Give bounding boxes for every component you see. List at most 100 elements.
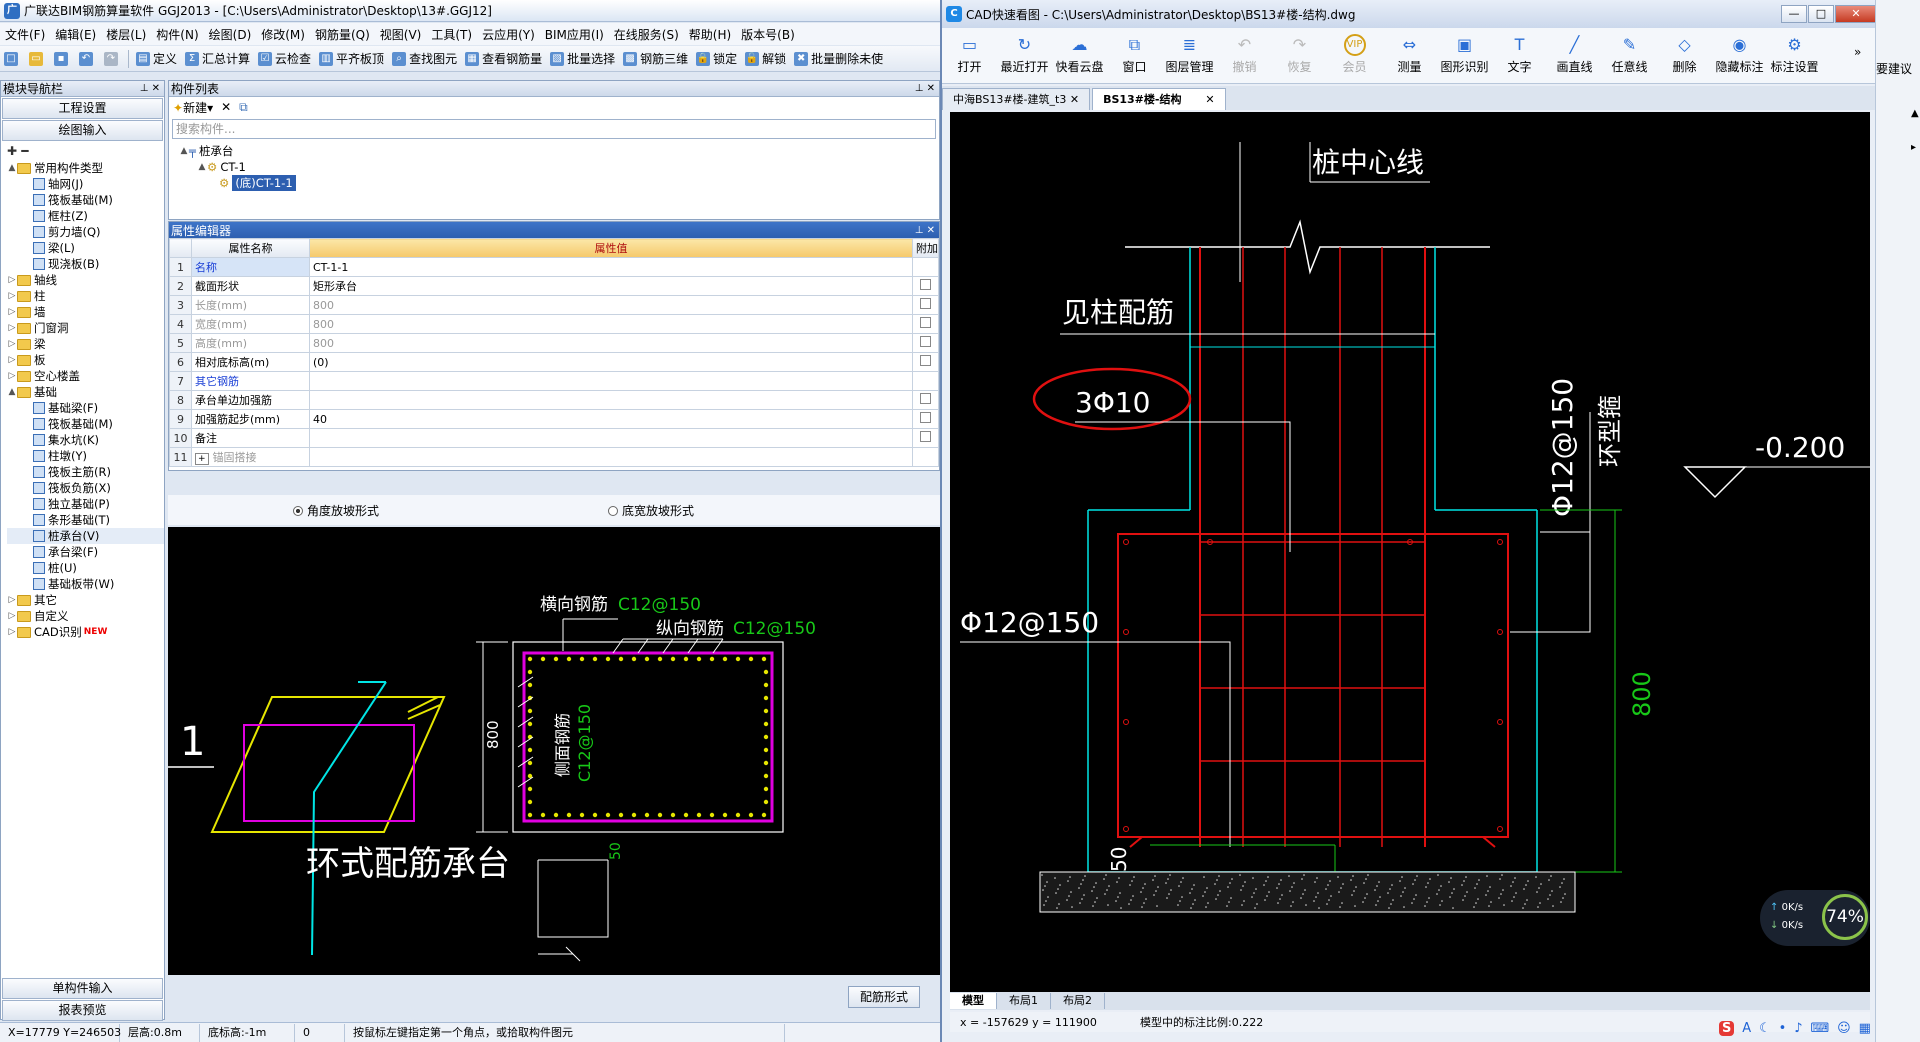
property-value[interactable]: 矩形承台 bbox=[309, 276, 913, 296]
nav-tree-item[interactable]: 轴网(J) bbox=[7, 176, 164, 192]
property-value[interactable] bbox=[309, 390, 913, 410]
toolbar-button[interactable]: ▦ 查看钢筋量 bbox=[461, 48, 546, 70]
expand-icon[interactable]: ▷ bbox=[7, 624, 17, 640]
ime-keyboard-icon[interactable]: ⌨ bbox=[1810, 1021, 1829, 1036]
menu-item[interactable]: 编辑(E) bbox=[50, 26, 101, 43]
cad-tool-button[interactable]: ✎ 任意线 bbox=[1602, 28, 1657, 75]
expand-icon[interactable]: ▷ bbox=[7, 352, 17, 368]
property-value[interactable] bbox=[309, 447, 913, 467]
ime-mic-icon[interactable]: ♪ bbox=[1794, 1021, 1802, 1036]
pin-icon[interactable]: ⊥ ✕ bbox=[140, 83, 164, 94]
minimize-button[interactable]: — bbox=[1781, 5, 1807, 23]
ime-dot-icon[interactable]: • bbox=[1779, 1021, 1787, 1036]
nav-tree-item[interactable]: 筏板主筋(R) bbox=[7, 464, 164, 480]
nav-tree-item[interactable]: 集水坑(K) bbox=[7, 432, 164, 448]
ime-user-icon[interactable]: ☺ bbox=[1837, 1021, 1851, 1036]
extra-checkbox[interactable] bbox=[920, 279, 931, 290]
expand-icon[interactable]: ▷ bbox=[7, 368, 17, 384]
menu-item[interactable]: 视图(V) bbox=[375, 26, 427, 43]
toolbar-button[interactable]: ▥ 平齐板顶 bbox=[315, 48, 388, 70]
property-value[interactable] bbox=[309, 371, 913, 391]
extra-checkbox[interactable] bbox=[920, 317, 931, 328]
component-search-input[interactable]: 搜索构件... bbox=[172, 119, 936, 139]
nav-tree-item[interactable]: ▷ 其它 bbox=[7, 592, 164, 608]
cad-tool-button[interactable]: ≣ 图层管理 bbox=[1162, 28, 1217, 75]
close-tab-icon[interactable]: ✕ bbox=[1205, 93, 1214, 106]
property-value[interactable]: 800 bbox=[309, 333, 913, 353]
cad-tool-button[interactable]: ⇔ 测量 bbox=[1382, 28, 1437, 75]
expand-icon[interactable]: ▲ bbox=[7, 160, 17, 176]
ime-grid-icon[interactable]: ▦ bbox=[1859, 1021, 1871, 1036]
nav-tree-item[interactable]: ▲ 基础 bbox=[7, 384, 164, 400]
component-tree-root[interactable]: ▲ ╤ 桩承台 bbox=[179, 143, 939, 159]
property-value[interactable]: 800 bbox=[309, 295, 913, 315]
nav-tree-item[interactable]: 筏板基础(M) bbox=[7, 416, 164, 432]
memory-usage-gauge[interactable]: 74% bbox=[1822, 894, 1868, 940]
nav-tree-item[interactable]: 剪力墙(Q) bbox=[7, 224, 164, 240]
cad-drawing-canvas[interactable]: 桩中心线 见柱配筋 3Φ10 Φ12@150 环型箍 -0.200 Φ12@15… bbox=[950, 112, 1870, 992]
toolbar-button[interactable]: 🔓 解锁 bbox=[741, 48, 790, 70]
redo-button[interactable]: ↷ bbox=[100, 48, 125, 70]
extra-checkbox[interactable] bbox=[920, 431, 931, 442]
menu-item[interactable]: BIM应用(I) bbox=[540, 26, 609, 43]
cad-tool-button[interactable]: ◇ 删除 bbox=[1657, 28, 1712, 75]
nav-tree-item[interactable]: ▷ 门窗洞 bbox=[7, 320, 164, 336]
menu-item[interactable]: 云应用(Y) bbox=[477, 26, 540, 43]
property-row[interactable]: 6 相对底标高(m) (0) bbox=[169, 352, 939, 372]
toolbar-button[interactable]: ▤ 定义 bbox=[132, 48, 181, 70]
toolbar-button[interactable]: ✖ 批量删除未使 bbox=[790, 48, 887, 70]
cad-tool-button[interactable]: VIP 会员 bbox=[1327, 28, 1382, 75]
nav-tree-item[interactable]: 筏板负筋(X) bbox=[7, 480, 164, 496]
property-value[interactable] bbox=[309, 428, 913, 448]
nav-tree-item[interactable]: 梁(L) bbox=[7, 240, 164, 256]
nav-tree-item[interactable]: ▷ 梁 bbox=[7, 336, 164, 352]
extra-checkbox[interactable] bbox=[920, 355, 931, 366]
layout-tab[interactable]: 模型 bbox=[950, 993, 997, 1009]
nav-tree-item[interactable]: 条形基础(T) bbox=[7, 512, 164, 528]
property-row[interactable]: 3 长度(mm) 800 bbox=[169, 295, 939, 315]
nav-tree-item[interactable]: ▷ 柱 bbox=[7, 288, 164, 304]
maximize-button[interactable]: □ bbox=[1808, 5, 1834, 23]
extra-checkbox[interactable] bbox=[920, 412, 931, 423]
property-value[interactable]: CT-1-1 bbox=[309, 257, 913, 277]
menu-item[interactable]: 版本号(B) bbox=[736, 26, 800, 43]
cad-tool-button[interactable]: ▭ 打开 bbox=[942, 28, 997, 75]
menu-item[interactable]: 帮助(H) bbox=[684, 26, 736, 43]
property-row[interactable]: 11 + 锚固搭接 bbox=[169, 447, 939, 467]
extra-checkbox[interactable] bbox=[920, 393, 931, 404]
close-button[interactable]: ✕ bbox=[1835, 5, 1877, 23]
nav-tree-item[interactable]: ▲ 常用构件类型 bbox=[7, 160, 164, 176]
cad-tool-button[interactable]: ☁ 快看云盘 bbox=[1052, 28, 1107, 75]
cad-tool-button[interactable]: ╱ 画直线 bbox=[1547, 28, 1602, 75]
nav-tree-item[interactable]: 筏板基础(M) bbox=[7, 192, 164, 208]
property-row[interactable]: 8 承台单边加强筋 bbox=[169, 390, 939, 410]
tab-architecture-file[interactable]: 中海BS13#楼-建筑_t3 ✕ bbox=[942, 88, 1091, 110]
scroll-up-icon[interactable]: ▲ bbox=[1911, 108, 1919, 119]
ime-moon-icon[interactable]: ☾ bbox=[1759, 1021, 1771, 1036]
toolbar-button[interactable]: ⌕ 查找图元 bbox=[388, 48, 461, 70]
component-tree-group[interactable]: ▲ ⚙ CT-1 bbox=[179, 159, 939, 175]
property-row[interactable]: 9 加强筋起步(mm) 40 bbox=[169, 409, 939, 429]
copy-icon[interactable]: ⧉ bbox=[239, 100, 248, 115]
nav-tree-item[interactable]: ▷ 空心楼盖 bbox=[7, 368, 164, 384]
open-button[interactable]: ▭ bbox=[25, 48, 50, 70]
cad-tool-button[interactable]: ◉ 隐藏标注 bbox=[1712, 28, 1767, 75]
nav-tree-item[interactable]: 现浇板(B) bbox=[7, 256, 164, 272]
toolbar-button[interactable]: ☑ 云检查 bbox=[254, 48, 315, 70]
nav-tree-item[interactable]: ▷ 板 bbox=[7, 352, 164, 368]
expand-icon[interactable]: ▷ bbox=[7, 272, 17, 288]
menu-item[interactable]: 工具(T) bbox=[426, 26, 477, 43]
nav-tree-item[interactable]: 承台梁(F) bbox=[7, 544, 164, 560]
cad-tool-button[interactable]: T 文字 bbox=[1492, 28, 1547, 75]
menu-item[interactable]: 绘图(D) bbox=[204, 26, 257, 43]
expand-plus-icon[interactable]: + bbox=[195, 453, 209, 465]
pin-icon[interactable]: ⊥ ✕ bbox=[915, 225, 939, 236]
rebar-form-button[interactable]: 配筋形式 bbox=[848, 986, 920, 1008]
component-tree-selected[interactable]: ⚙ (底)CT-1-1 bbox=[179, 175, 939, 191]
nav-tree-item[interactable]: 基础板带(W) bbox=[7, 576, 164, 592]
ime-chinese-icon[interactable]: A bbox=[1742, 1021, 1751, 1036]
toolbar-button[interactable]: ▧ 批量选择 bbox=[546, 48, 619, 70]
nav-tree-item[interactable]: 基础梁(F) bbox=[7, 400, 164, 416]
property-row[interactable]: 5 高度(mm) 800 bbox=[169, 333, 939, 353]
layout-tab[interactable]: 布局2 bbox=[1051, 993, 1105, 1009]
